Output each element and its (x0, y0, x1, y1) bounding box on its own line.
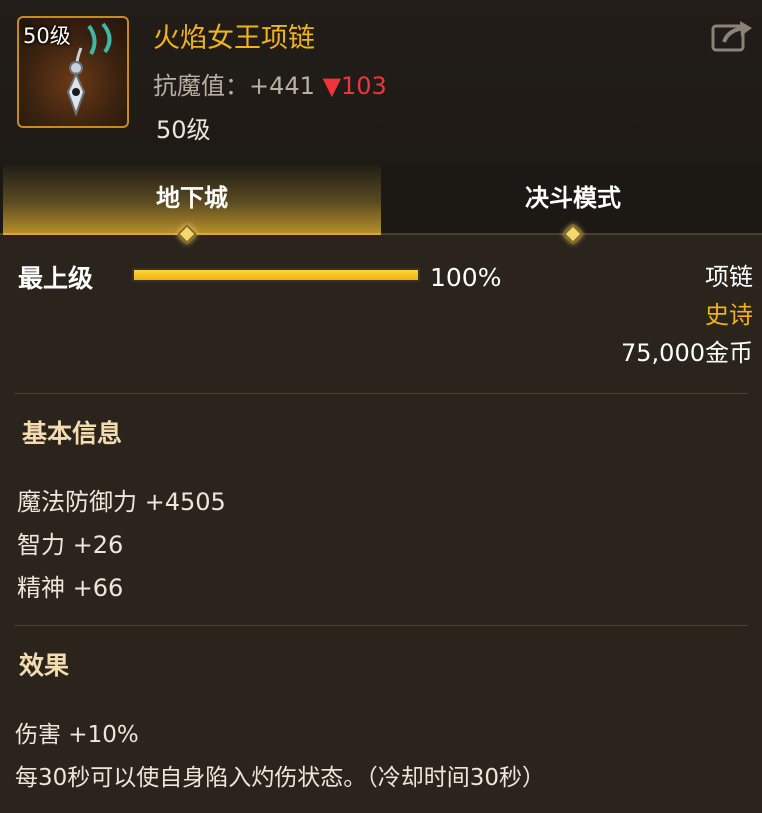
tab-dungeon[interactable]: 地下城 (3, 162, 381, 234)
item-rarity: 史诗 (705, 301, 753, 329)
effect-title: 效果 (19, 651, 70, 680)
stat-label: 抗魔值： (153, 72, 249, 100)
effect-damage: 伤害 +10% (15, 722, 139, 748)
share-export-icon[interactable] (710, 18, 754, 54)
divider (14, 393, 748, 394)
item-meta: 项链 史诗 75,000金币 (621, 258, 753, 372)
attr-intelligence: 智力 +26 (17, 531, 124, 559)
anti-magic-stat: 抗魔值：+441 ▼103 (153, 66, 387, 101)
grade-percent: 100% (430, 263, 502, 292)
tab-bar: 地下城 决斗模式 (0, 162, 762, 234)
stat-value: +441 (249, 72, 315, 100)
item-level: 50级 (156, 116, 211, 144)
basic-info-title: 基本信息 (22, 419, 123, 448)
necklace-icon[interactable]: 50级 (17, 16, 129, 128)
grade-progress-bar (132, 268, 420, 282)
grade-progress-fill (134, 270, 418, 280)
stat-change-down: ▼103 (322, 72, 387, 100)
item-type: 项链 (705, 263, 753, 291)
item-price: 75,000金币 (621, 339, 753, 367)
effect-burn: 每30秒可以使自身陷入灼伤状态。（冷却时间30秒） (15, 765, 546, 791)
item-name: 火焰女王项链 (153, 23, 315, 54)
divider (14, 625, 748, 626)
attr-magic-defense: 魔法防御力 +4505 (17, 488, 226, 516)
grade-label: 最上级 (18, 264, 94, 293)
item-level-badge: 50级 (23, 24, 71, 48)
attr-spirit: 精神 +66 (17, 574, 124, 602)
item-header: 50级 火焰女王项链 抗魔值：+441 ▼103 50级 (0, 0, 762, 162)
